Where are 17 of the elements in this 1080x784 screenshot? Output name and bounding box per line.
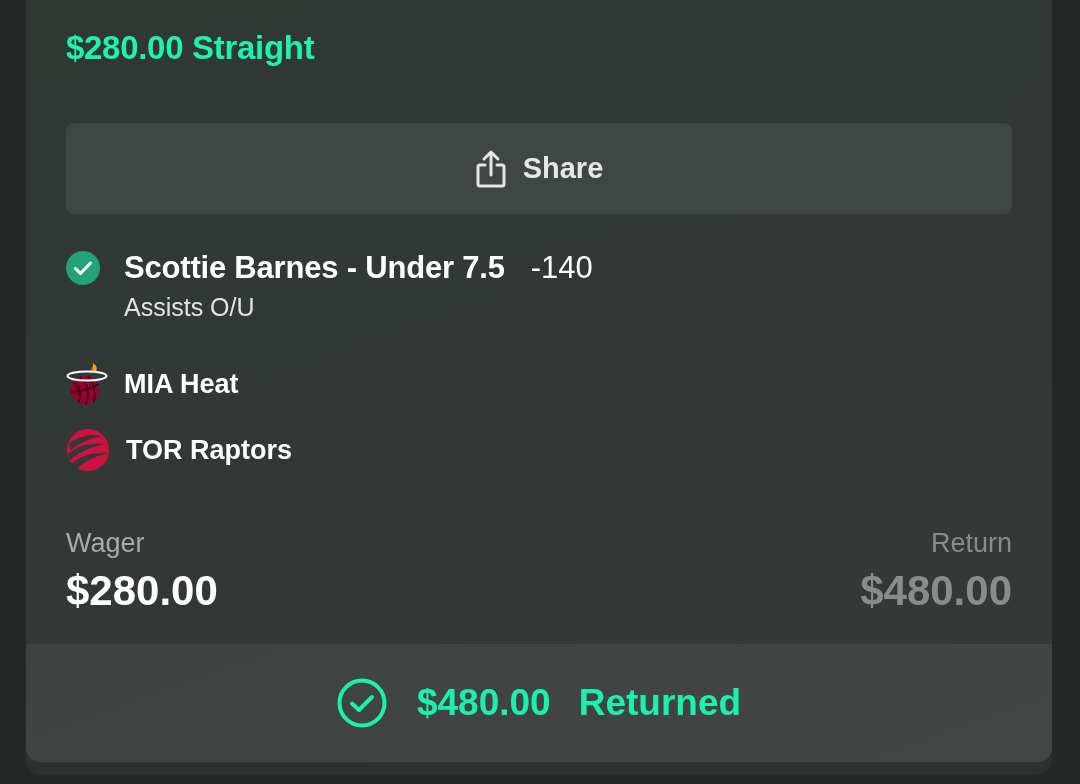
team-name: TOR Raptors bbox=[126, 434, 293, 466]
share-icon bbox=[474, 148, 507, 189]
share-button[interactable]: Share bbox=[66, 123, 1012, 214]
return-label: Return bbox=[930, 527, 1012, 560]
wager-amount: $280.00 bbox=[66, 566, 218, 616]
returned-amount: $480.00 bbox=[416, 682, 551, 724]
bet-title: $280.00 Straight bbox=[66, 28, 316, 68]
market-label: Assists O/U bbox=[124, 292, 256, 323]
selection-odds: -140 bbox=[530, 249, 593, 287]
return-amount: $480.00 bbox=[860, 566, 1012, 616]
team-name: MIA Heat bbox=[124, 368, 239, 400]
check-circle-icon bbox=[336, 678, 387, 728]
returned-status: Returned bbox=[578, 682, 742, 724]
wager-label: Wager bbox=[66, 527, 146, 560]
selection-label: Scottie Barnes - Under 7.5 bbox=[124, 249, 505, 287]
clawed-basketball-icon bbox=[66, 428, 110, 472]
flaming-basketball-icon bbox=[66, 362, 108, 406]
